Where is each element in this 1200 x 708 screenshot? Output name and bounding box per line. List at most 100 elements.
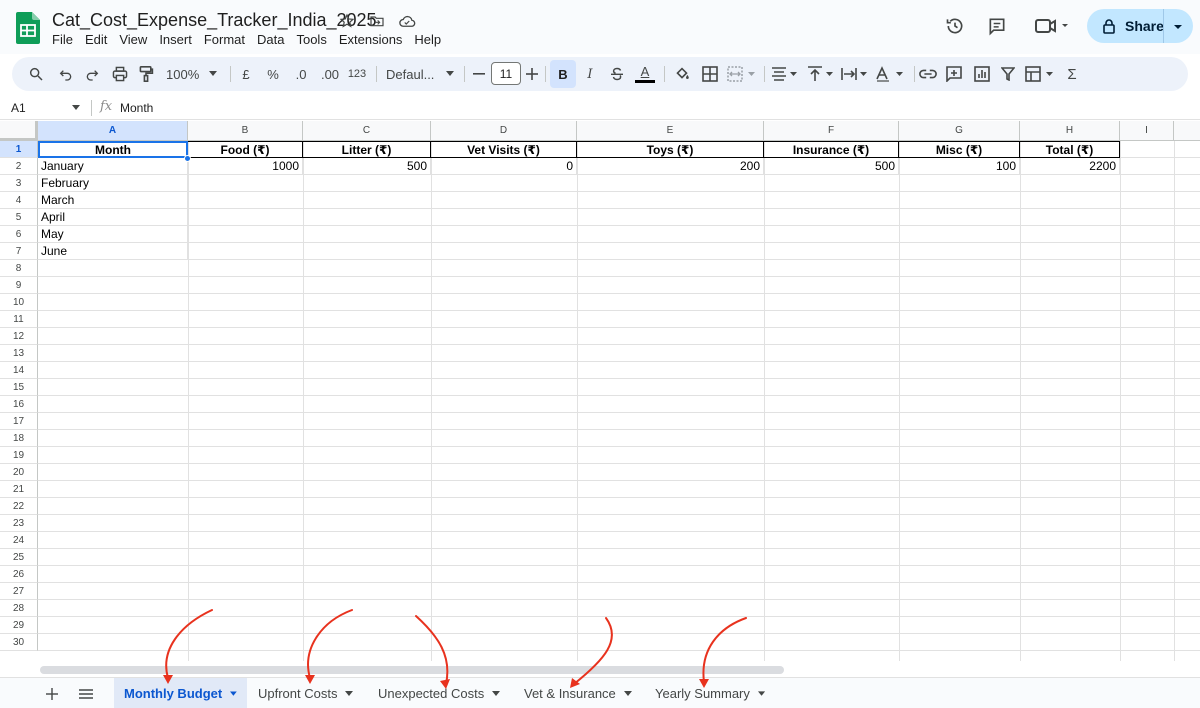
name-box-caret-icon[interactable] (72, 105, 80, 110)
currency-format-button[interactable]: £ (238, 57, 254, 91)
document-title[interactable]: Cat_Cost_Expense_Tracker_India_2025 (52, 10, 377, 31)
meet-video-icon[interactable] (1030, 12, 1072, 40)
cell-c1[interactable]: Litter (₹) (303, 141, 431, 158)
row-header[interactable]: 11 (0, 311, 38, 328)
name-box[interactable]: A1 (11, 101, 26, 115)
cell-vet-visits-january[interactable]: 0 (431, 158, 577, 175)
print-icon[interactable] (110, 57, 130, 91)
column-header-j[interactable]: J (1174, 121, 1200, 141)
row-header[interactable]: 6 (0, 226, 38, 243)
cloud-saved-icon[interactable] (396, 10, 418, 32)
text-color-button[interactable]: A (634, 57, 656, 91)
row-header[interactable]: 15 (0, 379, 38, 396)
row-header[interactable]: 3 (0, 175, 38, 192)
filter-views-icon[interactable] (1024, 57, 1056, 91)
row-header[interactable]: 24 (0, 532, 38, 549)
formula-input[interactable]: Month (120, 101, 153, 115)
increase-font-size-icon[interactable] (525, 57, 539, 91)
sheet-tab-yearly-summary[interactable]: Yearly Summary (645, 678, 775, 708)
column-header-b[interactable]: B (188, 121, 303, 141)
row-header[interactable]: 22 (0, 498, 38, 515)
horizontal-align-icon[interactable] (770, 57, 800, 91)
all-sheets-menu-icon[interactable] (76, 684, 96, 704)
row-header[interactable]: 5 (0, 209, 38, 226)
text-wrapping-icon[interactable] (840, 57, 870, 91)
fill-color-icon[interactable] (672, 57, 692, 91)
menu-tools[interactable]: Tools (290, 32, 332, 48)
number-format-button[interactable]: 123 (346, 57, 368, 91)
cell-misc-january[interactable]: 100 (899, 158, 1020, 175)
row-header[interactable]: 8 (0, 260, 38, 277)
sheet-tab-monthly-budget[interactable]: Monthly Budget (114, 678, 247, 708)
row-header[interactable]: 18 (0, 430, 38, 447)
cell-month[interactable]: June (38, 243, 188, 260)
row-header[interactable]: 14 (0, 362, 38, 379)
row-header[interactable]: 20 (0, 464, 38, 481)
insert-chart-icon[interactable] (972, 57, 992, 91)
row-header[interactable]: 19 (0, 447, 38, 464)
row-header[interactable]: 23 (0, 515, 38, 532)
row-header[interactable]: 7 (0, 243, 38, 260)
font-size-input[interactable]: 11 (491, 62, 521, 85)
cell-g1[interactable]: Misc (₹) (899, 141, 1020, 158)
move-folder-icon[interactable] (366, 10, 388, 32)
row-header[interactable]: 30 (0, 634, 38, 651)
share-button[interactable]: Share (1087, 9, 1193, 43)
row-header[interactable]: 26 (0, 566, 38, 583)
cell-d1[interactable]: Vet Visits (₹) (431, 141, 577, 158)
cell-h1[interactable]: Total (₹) (1020, 141, 1120, 158)
row-header[interactable]: 16 (0, 396, 38, 413)
insert-comment-icon[interactable] (944, 57, 964, 91)
column-header-h[interactable]: H (1020, 121, 1120, 141)
cell-e1[interactable]: Toys (₹) (577, 141, 764, 158)
column-header-c[interactable]: C (303, 121, 431, 141)
cell-month[interactable]: April (38, 209, 188, 226)
menu-help[interactable]: Help (408, 32, 447, 48)
row-header[interactable]: 21 (0, 481, 38, 498)
version-history-icon[interactable] (939, 12, 971, 40)
row-header[interactable]: 13 (0, 345, 38, 362)
cell-f1[interactable]: Insurance (₹) (764, 141, 899, 158)
horizontal-scrollbar[interactable] (40, 666, 784, 674)
menu-extensions[interactable]: Extensions (333, 32, 409, 48)
sheet-tab-unexpected-costs[interactable]: Unexpected Costs (368, 678, 512, 708)
row-header[interactable]: 29 (0, 617, 38, 634)
cell-month[interactable]: March (38, 192, 188, 209)
increase-decimal-button[interactable]: .00 (318, 57, 342, 91)
chevron-down-icon[interactable] (230, 690, 237, 697)
zoom-select[interactable]: 100% (166, 57, 226, 91)
column-header-a[interactable]: A (38, 121, 188, 141)
text-rotation-icon[interactable] (874, 57, 906, 91)
decrease-decimal-button[interactable]: .0 (291, 57, 311, 91)
column-header-i[interactable]: I (1120, 121, 1174, 141)
strikethrough-icon[interactable] (608, 57, 626, 91)
row-header[interactable]: 10 (0, 294, 38, 311)
redo-icon[interactable] (82, 57, 102, 91)
column-header-d[interactable]: D (431, 121, 577, 141)
row-header[interactable]: 4 (0, 192, 38, 209)
cell-a1[interactable]: Month (38, 141, 188, 158)
cell-total-january[interactable]: 2200 (1020, 158, 1120, 175)
row-header[interactable]: 2 (0, 158, 38, 175)
row-header[interactable]: 12 (0, 328, 38, 345)
chevron-down-icon[interactable] (492, 690, 501, 697)
cell-month[interactable]: January (38, 158, 188, 175)
cell-food-january[interactable]: 1000 (188, 158, 303, 175)
cell-b1[interactable]: Food (₹) (188, 141, 303, 158)
borders-icon[interactable] (700, 57, 720, 91)
menu-format[interactable]: Format (198, 32, 251, 48)
spreadsheet-grid[interactable]: A B C D E F G H I J 1 2 3 4 5 6 7 8 9 10… (0, 121, 1200, 661)
paint-format-icon[interactable] (136, 57, 156, 91)
cell-month[interactable]: May (38, 226, 188, 243)
column-header-e[interactable]: E (577, 121, 764, 141)
percent-format-button[interactable]: % (265, 57, 281, 91)
sheets-logo-icon[interactable] (16, 12, 40, 44)
menu-view[interactable]: View (113, 32, 153, 48)
undo-icon[interactable] (56, 57, 76, 91)
search-menus-icon[interactable] (26, 57, 46, 91)
menu-insert[interactable]: Insert (153, 32, 198, 48)
comments-icon[interactable] (981, 12, 1013, 40)
chevron-down-icon[interactable] (1171, 20, 1185, 32)
menu-edit[interactable]: Edit (79, 32, 113, 48)
chevron-down-icon[interactable] (623, 690, 632, 697)
